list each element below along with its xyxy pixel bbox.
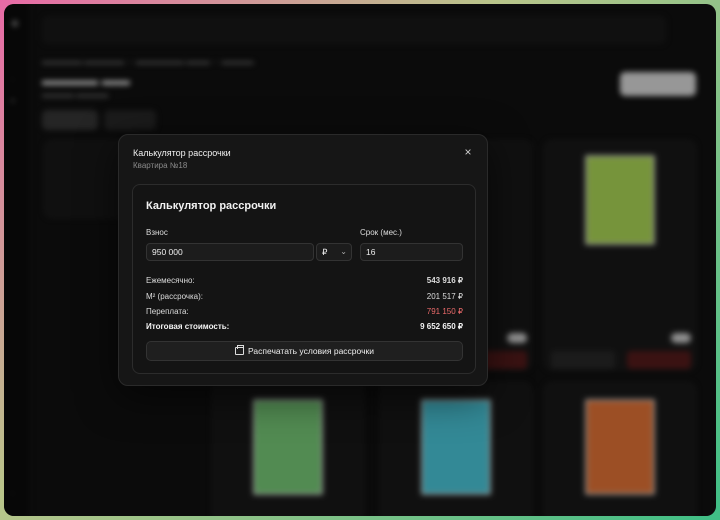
calculator-title: Калькулятор рассрочки	[146, 200, 277, 212]
dialog-title: Калькулятор рассрочки	[133, 148, 231, 158]
print-terms-button[interactable]: Распечатать условия рассрочки	[146, 341, 463, 361]
printer-icon	[235, 345, 245, 355]
installment-dialog: Калькулятор рассрочки Квартира №18 × Кал…	[118, 134, 488, 386]
down-payment-input[interactable]: 950 000	[146, 243, 314, 261]
chevron-down-icon: ⌄	[340, 247, 347, 256]
print-label: Распечатать условия рассрочки	[248, 346, 374, 356]
currency-select[interactable]: ₽ ⌄	[316, 243, 352, 261]
result-row-total: Итоговая стоимость: 9 652 650 ₽	[146, 322, 463, 331]
result-value: 543 916 ₽	[426, 276, 463, 285]
result-label: Итоговая стоимость:	[146, 322, 230, 331]
close-icon[interactable]: ×	[461, 145, 475, 159]
down-payment-label: Взнос	[146, 228, 168, 237]
result-label: Ежемесячно:	[146, 276, 195, 285]
calculator-panel: Калькулятор рассрочки Взнос 950 000 ₽ ⌄ …	[132, 184, 476, 374]
result-value: 9 652 650 ₽	[420, 322, 463, 331]
result-row-overpayment: Переплата: 791 150 ₽	[146, 307, 463, 316]
result-value: 791 150 ₽	[426, 307, 463, 316]
result-label: М² (рассрочка):	[146, 292, 204, 301]
term-label: Срок (мес.)	[360, 228, 402, 237]
result-row-monthly: Ежемесячно: 543 916 ₽	[146, 276, 463, 285]
result-value: 201 517 ₽	[426, 292, 463, 301]
currency-value: ₽	[322, 247, 328, 257]
dialog-subtitle: Квартира №18	[133, 161, 188, 170]
result-label: Переплата:	[146, 307, 189, 316]
term-input[interactable]: 16	[360, 243, 463, 261]
result-row-per-sqm: М² (рассрочка): 201 517 ₽	[146, 292, 463, 301]
